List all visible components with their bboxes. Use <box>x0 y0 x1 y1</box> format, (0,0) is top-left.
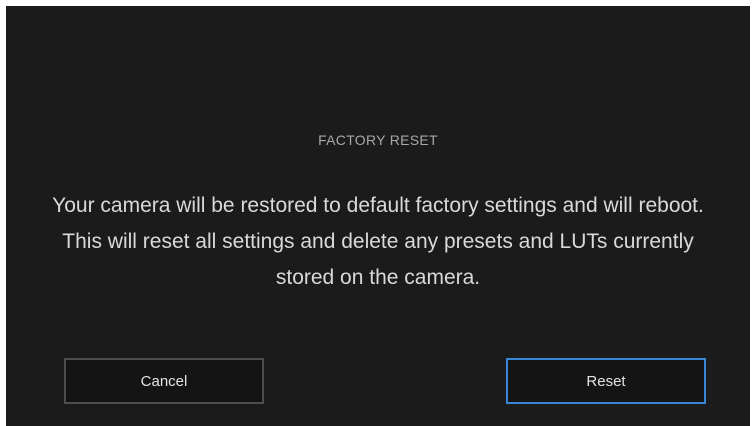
dialog-message: Your camera will be restored to default … <box>52 194 704 289</box>
reset-button[interactable]: Reset <box>506 358 706 404</box>
factory-reset-dialog: FACTORY RESET Your camera will be restor… <box>6 6 750 426</box>
dialog-title: FACTORY RESET <box>318 132 438 148</box>
cancel-button[interactable]: Cancel <box>64 358 264 404</box>
